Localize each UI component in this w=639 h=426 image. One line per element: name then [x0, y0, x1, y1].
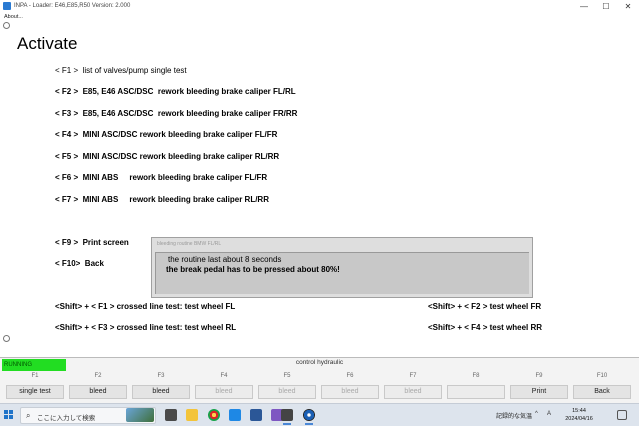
fkey-f10-label: F10 — [596, 373, 608, 379]
task-view-icon[interactable] — [165, 409, 177, 421]
window-title: INPA - Loader: E46,E85,R50 Version: 2.00… — [14, 3, 131, 9]
command-print-screen: < F9 > Print screen — [55, 238, 129, 247]
cs-app-icon[interactable] — [281, 409, 293, 425]
message-box-content: the routine last about 8 seconds the bre… — [155, 252, 529, 294]
fkey-f10: F10 Back — [573, 371, 631, 403]
function-key-bar: F1 single test F2 bleed F3 bleed F4 blee… — [0, 371, 639, 403]
clock-time: 15:44 — [572, 408, 586, 414]
weather-text[interactable]: 記録的な気温 — [496, 411, 532, 420]
shift-command-f4: <Shift> + < F4 > test wheel RR — [428, 323, 543, 332]
page-title: Activate — [17, 34, 78, 53]
status-text: control hydraulic — [295, 359, 344, 366]
command-f7: < F7 > MINI ABS rework bleeding brake ca… — [55, 195, 269, 204]
fkey-f2: F2 bleed — [69, 371, 127, 403]
command-f5: < F5 > MINI ASC/DSC rework bleeding brak… — [55, 152, 280, 161]
print-button[interactable]: Print — [510, 385, 568, 399]
menu-about[interactable]: About... — [4, 13, 23, 22]
fkey-f3-label: F3 — [157, 373, 165, 379]
close-button[interactable]: ✕ — [619, 0, 637, 13]
command-f1: < F1 > list of valves/pump single test — [55, 66, 187, 75]
fkey-f6-label: F6 — [346, 373, 354, 379]
taskbar-search-placeholder: ここに入力して検索 — [37, 415, 96, 422]
fkey-f5-label: F5 — [283, 373, 291, 379]
notification-icon[interactable] — [617, 410, 627, 420]
bleeding-message-box: bleeding routine BMW FL/RL the routine l… — [151, 237, 533, 298]
bleed-f5-button[interactable]: bleed — [258, 385, 316, 399]
empty-f8-button[interactable] — [447, 385, 505, 399]
fkey-f7: F7 bleed — [384, 371, 442, 403]
single-test-button[interactable]: single test — [6, 385, 64, 399]
word-icon[interactable] — [250, 409, 262, 421]
shift-command-f3: <Shift> + < F3 > crossed line test: test… — [55, 323, 237, 332]
title-bar: INPA - Loader: E46,E85,R50 Version: 2.00… — [0, 0, 639, 13]
file-explorer-icon[interactable] — [186, 409, 198, 421]
command-f3: < F3 > E85, E46 ASC/DSC rework bleeding … — [55, 109, 298, 118]
mail-icon[interactable] — [229, 409, 241, 421]
chevron-up-icon[interactable]: ^ — [535, 411, 538, 417]
bleed-f3-button[interactable]: bleed — [132, 385, 190, 399]
chrome-icon[interactable] — [208, 409, 220, 421]
inpa-app-icon — [3, 2, 11, 10]
top-radio-indicator — [3, 22, 10, 29]
command-f2: < F2 > E85, E46 ASC/DSC rework bleeding … — [55, 87, 296, 96]
fkey-f2-label: F2 — [94, 373, 102, 379]
bleed-f4-button[interactable]: bleed — [195, 385, 253, 399]
clock-date: 2024/04/16 — [565, 416, 593, 422]
fkey-f6: F6 bleed — [321, 371, 379, 403]
bleed-f2-button[interactable]: bleed — [69, 385, 127, 399]
fkey-f1: F1 single test — [6, 371, 64, 403]
back-button[interactable]: Back — [573, 385, 631, 399]
search-icon: ⌕ — [26, 411, 31, 420]
command-back: < F10> Back — [55, 259, 104, 268]
fkey-f4: F4 bleed — [195, 371, 253, 403]
fkey-f4-label: F4 — [220, 373, 228, 379]
search-highlight-icon[interactable] — [126, 408, 154, 422]
fkey-f9: F9 Print — [510, 371, 568, 403]
fkey-f9-label: F9 — [535, 373, 543, 379]
message-box-title: bleeding routine BMW FL/RL — [157, 241, 222, 247]
windows-taskbar: ⌕ ここに入力して検索 記録的な気温 ^ A 15:44 2024/04/16 — [0, 403, 639, 426]
running-indicator: RUNNING — [2, 359, 66, 371]
minimize-button[interactable]: — — [575, 0, 593, 13]
bleed-f6-button[interactable]: bleed — [321, 385, 379, 399]
bleed-f7-button[interactable]: bleed — [384, 385, 442, 399]
message-line-duration: the routine last about 8 seconds — [168, 255, 282, 264]
fkey-f5: F5 bleed — [258, 371, 316, 403]
command-f4: < F4 > MINI ASC/DSC rework bleeding brak… — [55, 130, 278, 139]
message-line-pedal: the break pedal has to be pressed about … — [166, 265, 340, 274]
shift-command-f1: <Shift> + < F1 > crossed line test: test… — [55, 302, 236, 311]
windows-start-icon[interactable] — [4, 410, 14, 420]
command-f6: < F6 > MINI ABS rework bleeding brake ca… — [55, 173, 268, 182]
ime-indicator[interactable]: A — [547, 411, 551, 417]
status-bar: control hydraulic RUNNING — [0, 358, 639, 371]
menu-bar: About... — [0, 13, 639, 22]
fkey-f8-label: F8 — [472, 373, 480, 379]
fkey-f1-label: F1 — [31, 373, 39, 379]
taskbar-clock[interactable]: 15:44 2024/04/16 — [560, 407, 598, 423]
fkey-f8: F8 — [447, 371, 505, 403]
maximize-button[interactable]: ☐ — [597, 0, 615, 13]
shift-command-f2: <Shift> + < F2 > test wheel FR — [428, 302, 542, 311]
fkey-f7-label: F7 — [409, 373, 417, 379]
fkey-f3: F3 bleed — [132, 371, 190, 403]
bottom-radio-indicator — [3, 335, 10, 342]
bmw-inpa-icon[interactable] — [303, 409, 315, 425]
